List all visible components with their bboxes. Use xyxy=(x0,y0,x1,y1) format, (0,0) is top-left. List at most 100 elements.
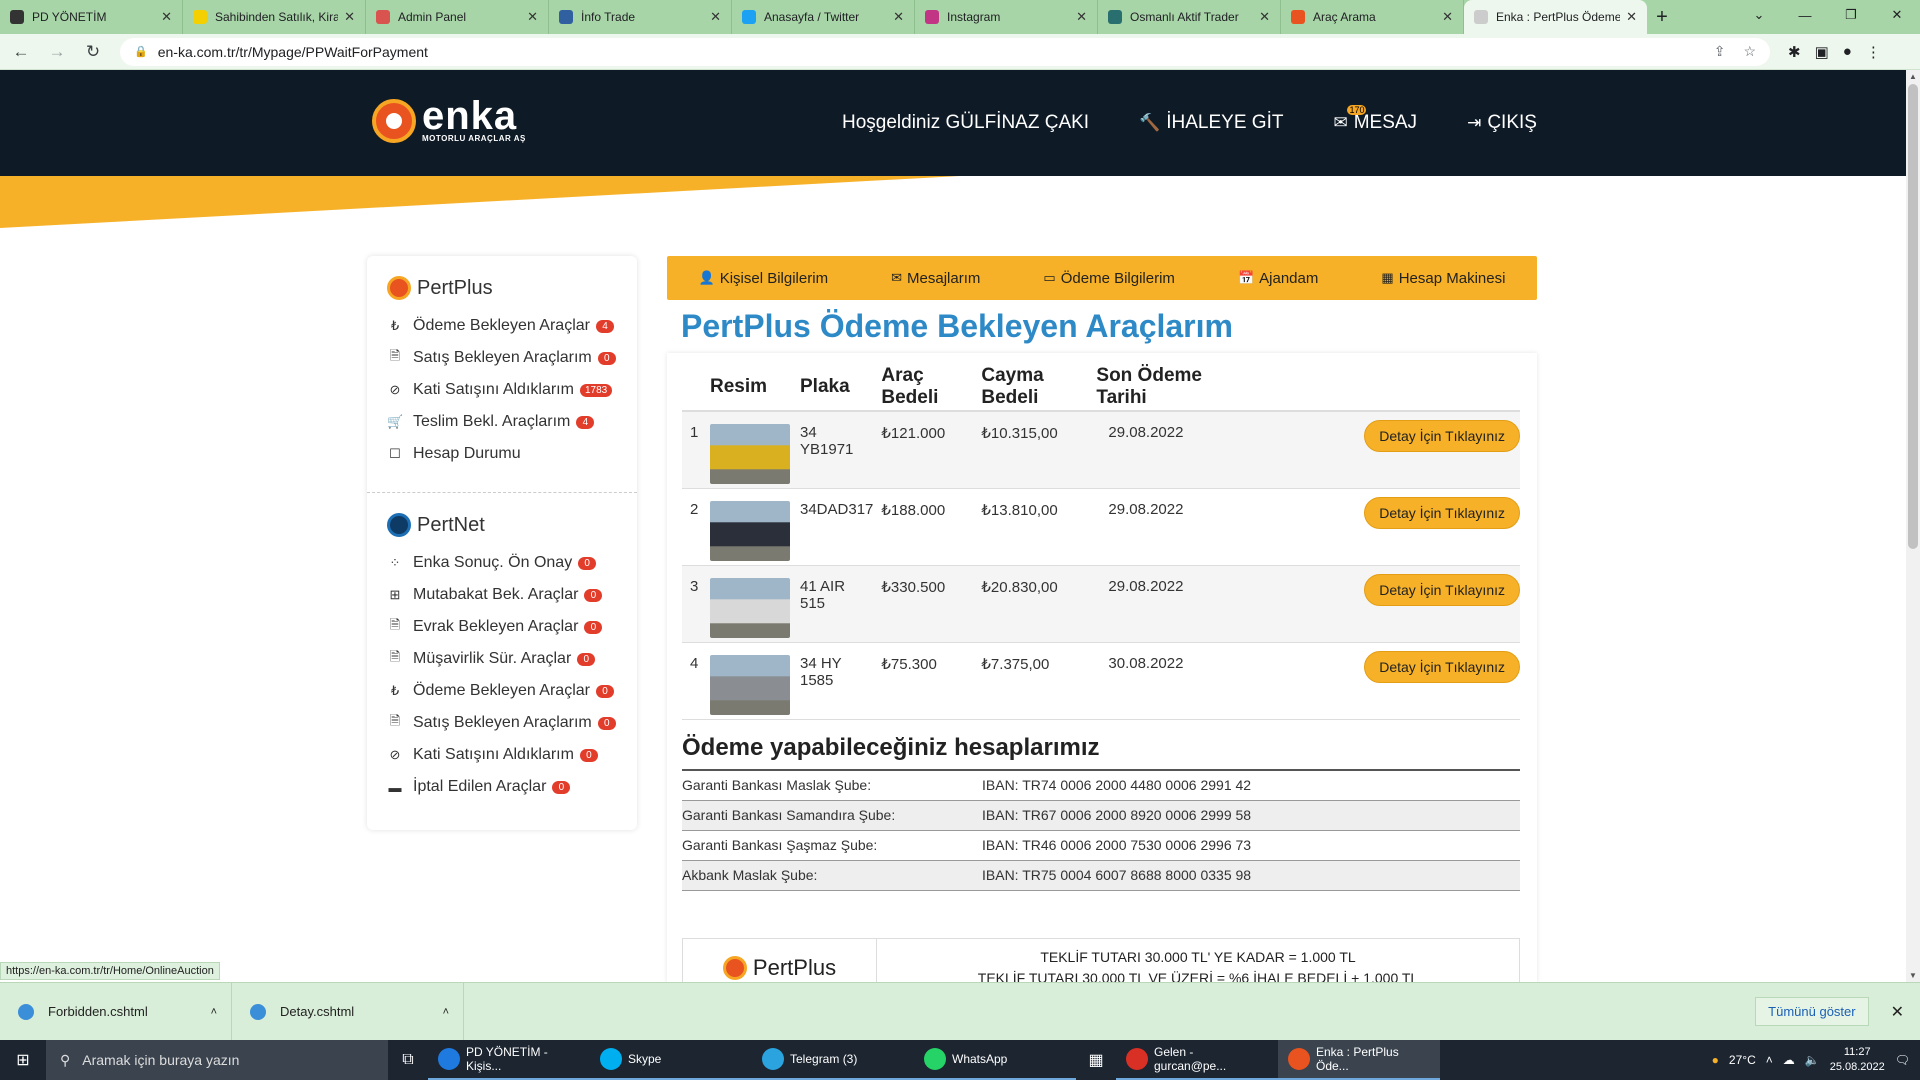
sidebar-item[interactable]: ⁘ Enka Sonuç. Ön Onay 0 xyxy=(387,547,617,579)
sidebar-item[interactable]: 🗎 Müşavirlik Sür. Araçlar 0 xyxy=(387,643,617,675)
taskbar-search[interactable]: ⚲ Aramak için buraya yazın xyxy=(46,1040,388,1080)
browser-tab[interactable]: Araç Arama ✕ xyxy=(1281,0,1464,34)
enka-logo[interactable]: enka MOTORLU ARAÇLAR AŞ xyxy=(372,96,526,143)
taskbar-clock[interactable]: 11:27 25.08.2022 xyxy=(1830,1045,1885,1075)
taskbar-app-label: Skype xyxy=(628,1052,662,1066)
menu-item[interactable]: 📅 Ajandam xyxy=(1238,270,1318,287)
menu-item-icon: 📅 xyxy=(1237,270,1255,285)
sidebar-item[interactable]: ⊘ Kati Satışını Aldıklarım 0 xyxy=(387,739,617,771)
bookmark-star-icon[interactable]: ☆ xyxy=(1743,43,1756,60)
new-tab-button[interactable]: + xyxy=(1647,0,1677,34)
tab-close-icon[interactable]: ✕ xyxy=(893,9,904,25)
tab-close-icon[interactable]: ✕ xyxy=(1076,9,1087,25)
download-chevron-icon[interactable]: ˄ xyxy=(211,1006,217,1018)
page-scrollbar[interactable]: ▲ ▼ xyxy=(1906,70,1920,982)
taskbar-app[interactable]: Gelen - gurcan@pe... xyxy=(1116,1040,1278,1080)
message-link[interactable]: ✉ 170 MESAJ xyxy=(1333,105,1417,134)
menu-item[interactable]: ▦ Hesap Makinesi xyxy=(1381,270,1505,287)
sidebar-item[interactable]: ₺ Ödeme Bekleyen Araçlar 4 xyxy=(387,310,617,342)
close-downloads-icon[interactable]: ✕ xyxy=(1891,1002,1904,1022)
detail-button[interactable]: Detay İçin Tıklayınız xyxy=(1364,420,1520,452)
browser-tab[interactable]: Enka : PertPlus Ödeme ✕ xyxy=(1464,0,1647,34)
tray-chevron-icon[interactable]: ˄ xyxy=(1766,1053,1773,1067)
volume-icon[interactable]: 🔈 xyxy=(1805,1053,1820,1067)
iban-number: IBAN: TR46 0006 2000 7530 0006 2996 73 xyxy=(972,830,1520,861)
reload-button[interactable]: ↻ xyxy=(78,37,108,67)
maximize-button[interactable]: ❐ xyxy=(1828,0,1874,30)
sidebar-item[interactable]: ₺ Ödeme Bekleyen Araçlar 0 xyxy=(387,675,617,707)
page-title: PertPlus Ödeme Bekleyen Araçlarım xyxy=(681,308,1233,344)
tab-close-icon[interactable]: ✕ xyxy=(1626,9,1637,25)
taskbar-app[interactable]: Skype xyxy=(590,1040,752,1080)
tab-close-icon[interactable]: ✕ xyxy=(1259,9,1270,25)
notification-icon[interactable]: 🗨 xyxy=(1895,1053,1910,1067)
browser-tab[interactable]: PD YÖNETİM ✕ xyxy=(0,0,183,34)
download-item[interactable]: Forbidden.cshtml ˄ xyxy=(0,982,232,1041)
vehicle-thumbnail[interactable] xyxy=(710,424,790,484)
task-view-icon[interactable]: ⧉ xyxy=(388,1051,428,1069)
vehicle-thumbnail[interactable] xyxy=(710,577,790,638)
taskbar-app[interactable]: WhatsApp xyxy=(914,1040,1076,1080)
tab-close-icon[interactable]: ✕ xyxy=(710,9,721,25)
vehicle-thumbnail[interactable] xyxy=(710,500,790,561)
back-button[interactable]: ← xyxy=(6,37,36,67)
tab-close-icon[interactable]: ✕ xyxy=(344,9,355,25)
logout-link[interactable]: ⇥ ÇIKIŞ xyxy=(1467,112,1537,134)
extensions-icon[interactable]: ✱ xyxy=(1788,43,1801,61)
taskbar-app[interactable]: Enka : PertPlus Öde... xyxy=(1278,1040,1440,1080)
network-icon[interactable]: ☁ xyxy=(1783,1053,1795,1067)
browser-tab[interactable]: Sahibinden Satılık, Kira ✕ xyxy=(183,0,366,34)
detail-button[interactable]: Detay İçin Tıklayınız xyxy=(1364,496,1520,529)
taskbar-app[interactable]: Telegram (3) xyxy=(752,1040,914,1080)
tab-close-icon[interactable]: ✕ xyxy=(527,9,538,25)
temperature[interactable]: 27°C xyxy=(1729,1053,1756,1067)
sidebar-item-icon: ☐ xyxy=(389,446,401,461)
tab-close-icon[interactable]: ✕ xyxy=(1442,9,1453,25)
browser-tab[interactable]: Anasayfa / Twitter ✕ xyxy=(732,0,915,34)
forward-button[interactable]: → xyxy=(42,37,72,67)
menu-item[interactable]: 👤 Kişisel Bilgilerim xyxy=(699,270,829,287)
sidebar-item[interactable]: 🗎 Satış Bekleyen Araçlarım 0 xyxy=(387,707,617,739)
side-panel-icon[interactable]: ▣ xyxy=(1815,43,1829,61)
download-chevron-icon[interactable]: ˄ xyxy=(443,1006,449,1018)
sidebar-item[interactable]: ☐ Hesap Durumu xyxy=(387,438,617,470)
browser-tab[interactable]: Admin Panel ✕ xyxy=(366,0,549,34)
calculator-icon[interactable]: ▦ xyxy=(1076,1040,1116,1080)
address-bar[interactable]: 🔒 en-ka.com.tr/tr/Mypage/PPWaitForPaymen… xyxy=(120,37,1770,66)
sidebar-item-icon: ⁘ xyxy=(389,555,401,570)
sidebar-item[interactable]: 🗎 Satış Bekleyen Araçlarım 0 xyxy=(387,342,617,374)
vehicle-thumbnail[interactable] xyxy=(710,654,790,715)
share-icon[interactable]: ⇪ xyxy=(1714,43,1726,60)
sidebar-item[interactable]: ▬ İptal Edilen Araçlar 0 xyxy=(387,771,617,803)
detail-button[interactable]: Detay İçin Tıklayınız xyxy=(1364,650,1520,683)
browser-tab[interactable]: Osmanlı Aktif Trader ✕ xyxy=(1098,0,1281,34)
windows-start-icon[interactable]: ⊞ xyxy=(0,1040,46,1080)
show-all-downloads-button[interactable]: Tümünü göster xyxy=(1755,997,1869,1026)
auction-link[interactable]: 🔨 İHALEYE GİT xyxy=(1139,112,1283,134)
sidebar-item[interactable]: 🛒 Teslim Bekl. Araçlarım 4 xyxy=(387,406,617,438)
scroll-down-arrow-icon[interactable]: ▼ xyxy=(1909,971,1917,980)
menu-item[interactable]: ▭ Ödeme Bilgilerim xyxy=(1043,270,1175,287)
scroll-up-arrow-icon[interactable]: ▲ xyxy=(1909,72,1917,81)
sidebar-item[interactable]: 🗎 Evrak Bekleyen Araçlar 0 xyxy=(387,611,617,643)
download-item[interactable]: Detay.cshtml ˄ xyxy=(232,982,464,1041)
tab-list: PD YÖNETİM ✕ Sahibinden Satılık, Kira ✕ Admi… xyxy=(0,0,1647,34)
sidebar-item-count-badge: 0 xyxy=(579,748,598,762)
tab-favicon-icon xyxy=(559,10,573,24)
browser-tab[interactable]: Instagram ✕ xyxy=(915,0,1098,34)
browser-tab[interactable]: İnfo Trade ✕ xyxy=(549,0,732,34)
minimize-button[interactable]: — xyxy=(1782,0,1828,30)
lock-icon[interactable]: 🔒 xyxy=(134,45,148,58)
menu-item[interactable]: ✉ Mesajlarım xyxy=(891,270,980,287)
detail-button[interactable]: Detay İçin Tıklayınız xyxy=(1364,573,1520,606)
weather-icon[interactable]: ● xyxy=(1712,1053,1719,1067)
tab-close-icon[interactable]: ✕ xyxy=(161,9,172,25)
profile-avatar[interactable]: ● xyxy=(1843,43,1852,61)
sidebar-item[interactable]: ⊞ Mutabakat Bek. Araçlar 0 xyxy=(387,579,617,611)
menu-kebab-icon[interactable]: ⋮ xyxy=(1866,43,1881,61)
taskbar-app[interactable]: PD YÖNETİM - Kişis... xyxy=(428,1040,590,1080)
sidebar-item[interactable]: ⊘ Kati Satışını Aldıklarım 1783 xyxy=(387,374,617,406)
scrollbar-thumb[interactable] xyxy=(1908,84,1918,549)
tab-search-icon[interactable]: ⌄ xyxy=(1736,0,1782,30)
close-window-button[interactable]: ✕ xyxy=(1874,0,1920,30)
